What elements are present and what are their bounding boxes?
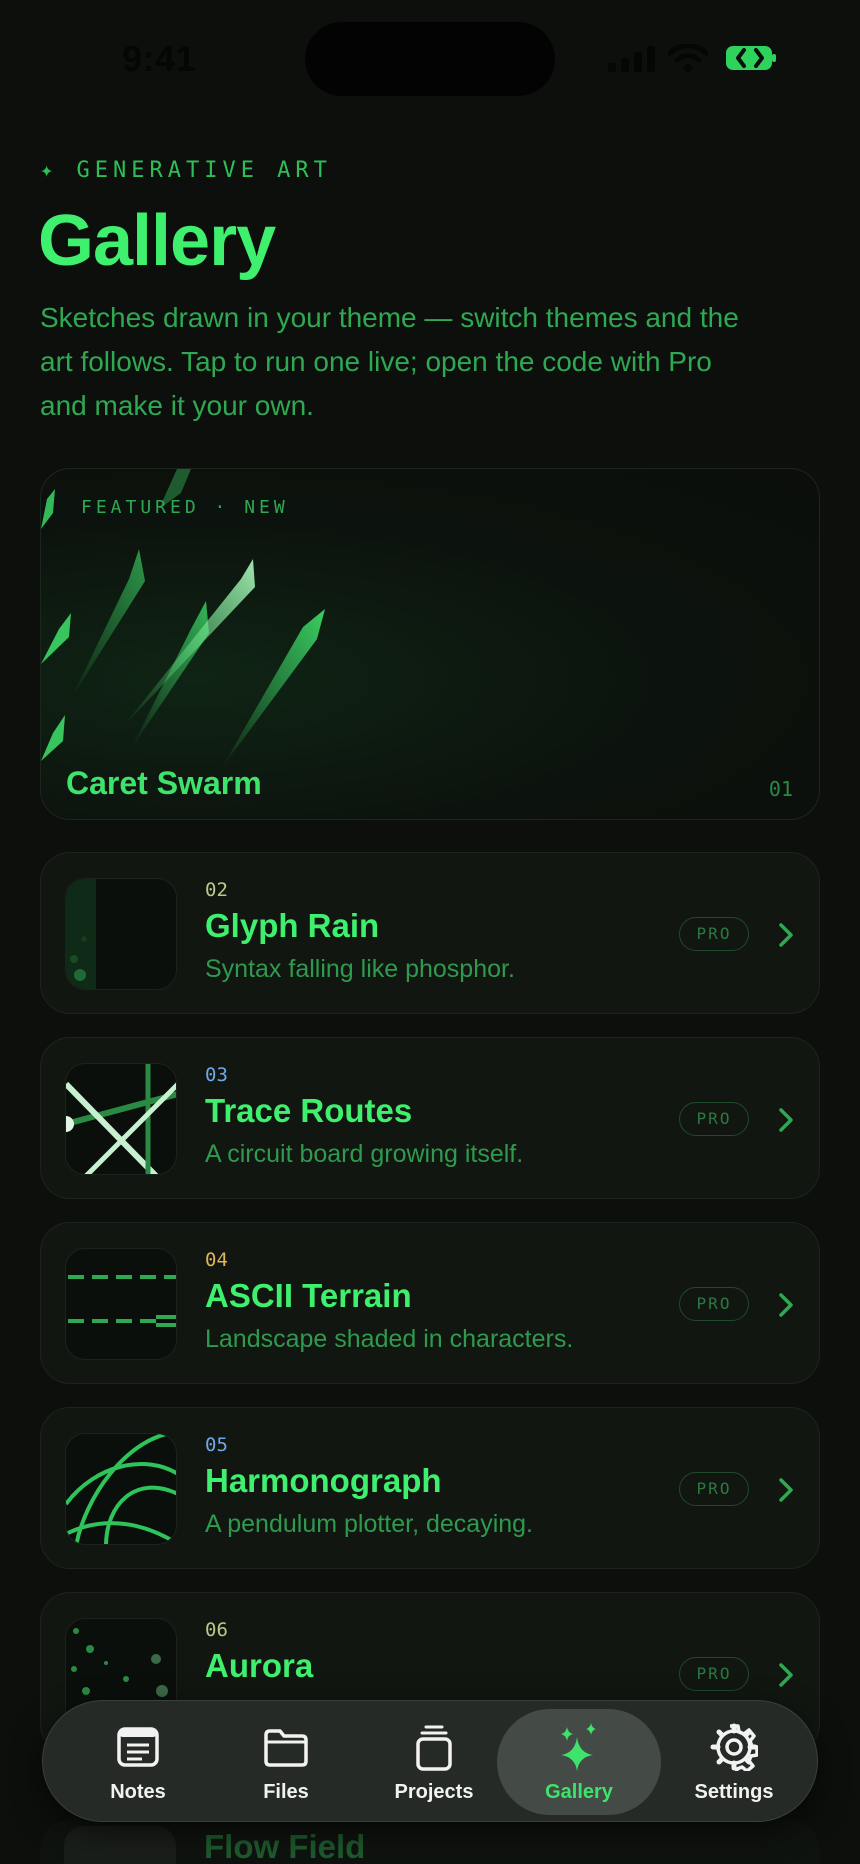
sketch-row-glyph-rain[interactable]: 02 Glyph Rain Syntax falling like phosph… xyxy=(40,852,820,1014)
wifi-icon xyxy=(668,44,708,72)
tab-label: Files xyxy=(263,1781,309,1803)
chevron-right-icon xyxy=(779,1293,793,1317)
page-description: Sketches drawn in your theme — switch th… xyxy=(40,302,739,421)
sparkles-icon xyxy=(561,1723,596,1771)
sketch-title: Harmonograph xyxy=(205,1462,442,1499)
folder-icon xyxy=(264,1729,308,1767)
page-title: Gallery xyxy=(38,201,276,281)
battery-icon xyxy=(726,46,776,70)
sketch-title: Glyph Rain xyxy=(205,907,380,944)
tab-bar: Notes Files Projects Gallery Settings xyxy=(42,1700,818,1822)
ascii-terrain-thumbnail xyxy=(65,1248,177,1360)
section-eyebrow: ✦ GENERATIVE ART xyxy=(40,158,332,183)
sketch-title: Trace Routes xyxy=(205,1092,413,1129)
chevron-right-icon xyxy=(779,1108,793,1132)
sketch-row-flow-field[interactable]: Flow Field xyxy=(40,1820,820,1864)
sketch-title: ASCII Terrain xyxy=(205,1277,412,1314)
sketch-subtitle: Landscape shaded in characters. xyxy=(205,1325,574,1353)
featured-index: 01 xyxy=(768,777,793,801)
sketch-row-trace-routes[interactable]: 03 Trace Routes A circuit board growing … xyxy=(40,1037,820,1199)
tab-gallery[interactable]: Gallery xyxy=(497,1709,661,1815)
sketch-number: 03 xyxy=(205,1064,228,1086)
pro-badge: PRO xyxy=(679,1102,749,1136)
sketch-number: 02 xyxy=(205,879,228,901)
glyph-rain-thumbnail xyxy=(65,878,177,990)
tab-label: Projects xyxy=(394,1781,474,1803)
tab-projects[interactable]: Projects xyxy=(359,1709,509,1815)
tab-settings[interactable]: Settings xyxy=(659,1709,809,1815)
gear-icon xyxy=(710,1723,758,1771)
sketch-subtitle: A pendulum plotter, decaying. xyxy=(205,1510,534,1538)
pro-badge: PRO xyxy=(679,1657,749,1691)
sketch-row-ascii-terrain[interactable]: 04 ASCII Terrain Landscape shaded in cha… xyxy=(40,1222,820,1384)
notes-icon xyxy=(117,1727,159,1767)
sketch-subtitle: Syntax falling like phosphor. xyxy=(205,955,515,983)
pro-badge: PRO xyxy=(679,917,749,951)
tab-files[interactable]: Files xyxy=(211,1709,361,1815)
pro-badge: PRO xyxy=(679,1472,749,1506)
projects-icon xyxy=(416,1725,452,1771)
featured-sketch-card[interactable]: FEATURED · NEW Caret Swarm 01 xyxy=(40,468,820,820)
flow-field-thumbnail xyxy=(64,1826,176,1864)
sketch-row-harmonograph[interactable]: 05 Harmonograph A pendulum plotter, deca… xyxy=(40,1407,820,1569)
sketch-number: 04 xyxy=(205,1249,228,1271)
trace-routes-thumbnail xyxy=(65,1063,177,1175)
status-time: 9:41 xyxy=(122,38,197,79)
sketch-title: Aurora xyxy=(205,1647,314,1684)
chevron-right-icon xyxy=(779,1663,793,1687)
pro-badge: PRO xyxy=(679,1287,749,1321)
featured-title: Caret Swarm xyxy=(66,765,262,801)
tab-notes[interactable]: Notes xyxy=(63,1709,213,1815)
sketch-number: 05 xyxy=(205,1434,228,1456)
sketch-subtitle: A circuit board growing itself. xyxy=(205,1140,524,1168)
tab-label: Gallery xyxy=(545,1781,613,1803)
chevron-right-icon xyxy=(779,1478,793,1502)
tab-label: Settings xyxy=(694,1781,774,1803)
sketch-title: Flow Field xyxy=(204,1828,366,1864)
tab-label: Notes xyxy=(110,1781,166,1803)
chevron-right-icon xyxy=(779,923,793,947)
cellular-signal-icon xyxy=(608,46,655,72)
featured-tag: FEATURED · NEW xyxy=(81,497,289,518)
status-bar: 9:41 xyxy=(0,0,860,110)
dynamic-island xyxy=(305,22,555,96)
sketch-number: 06 xyxy=(205,1619,228,1641)
harmonograph-thumbnail xyxy=(65,1433,177,1545)
